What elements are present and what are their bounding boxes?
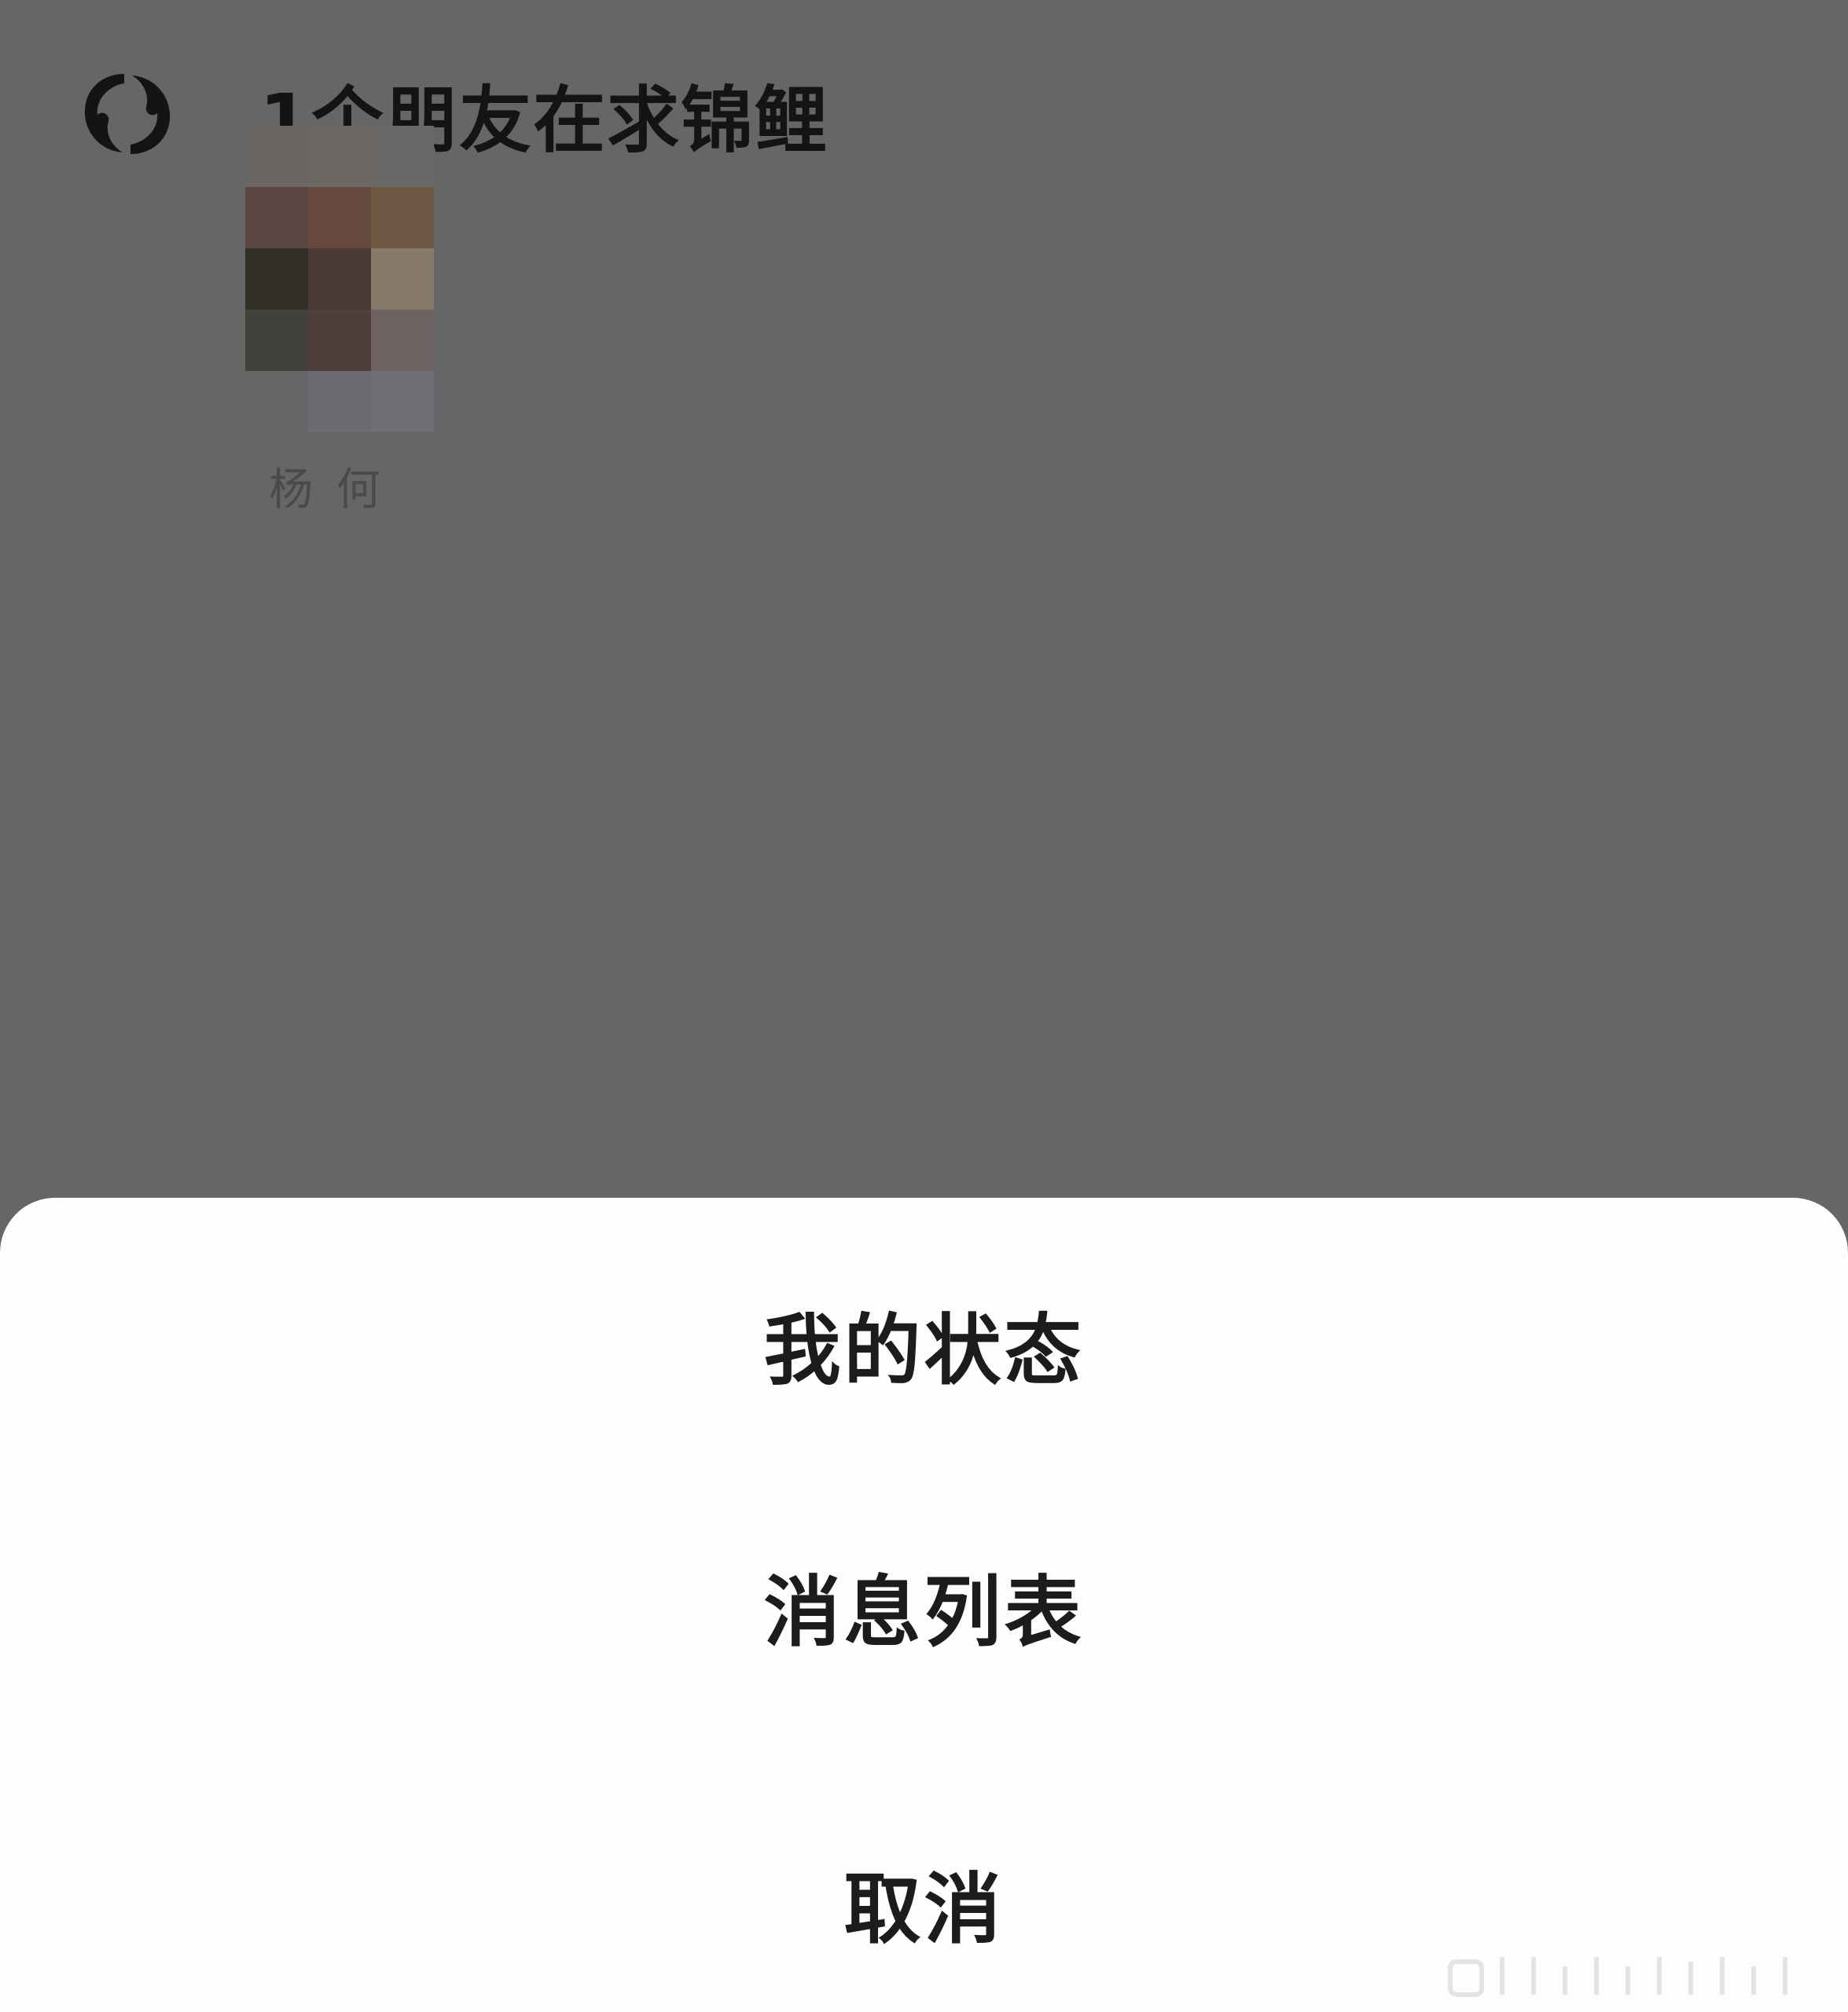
cancel-button[interactable]: 取消	[0, 1847, 1848, 1959]
koi-fish-icon	[84, 74, 171, 154]
watermark-logo	[1448, 1957, 1787, 1997]
avatar[interactable]	[245, 126, 434, 460]
my-status-option[interactable]: 我的状态	[0, 1288, 1848, 1400]
avatar-mosaic	[245, 126, 434, 432]
friend-name: 杨 何	[269, 464, 385, 516]
page-header: 1个朋友在求锦鲤	[79, 63, 828, 165]
message-list-option[interactable]: 消息列表	[0, 1550, 1848, 1661]
action-sheet: 我的状态 消息列表 取消	[0, 1198, 1848, 2012]
friend-card[interactable]: 杨 何	[245, 126, 434, 516]
screen: 1个朋友在求锦鲤 杨 何 我的状态 消息列表 取消	[0, 0, 1848, 2012]
